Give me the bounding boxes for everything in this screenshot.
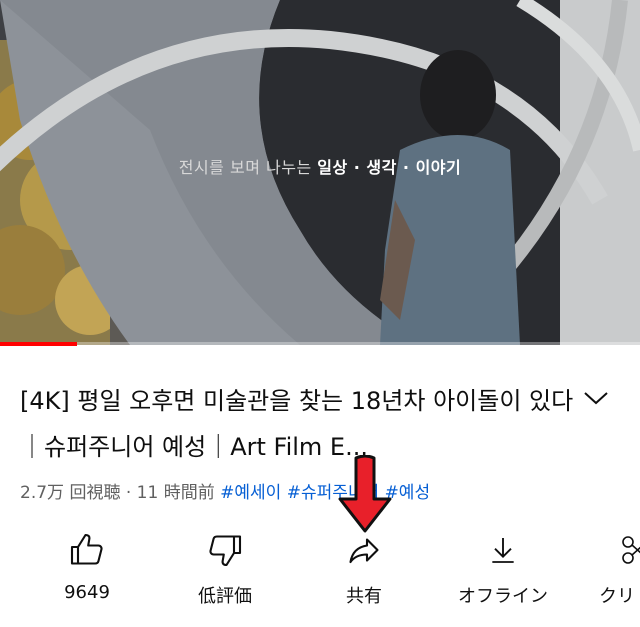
progress-fill (0, 342, 77, 346)
dislike-label: 低評価 (198, 586, 252, 607)
download-icon (492, 538, 514, 563)
share-label: 共有 (346, 586, 382, 607)
video-player[interactable]: 전시를 보며 나누는 일상 · 생각 · 이야기 (0, 0, 640, 345)
expand-description-button[interactable] (580, 382, 612, 414)
subtitle-text: 전시를 보며 나누는 (178, 158, 318, 177)
action-bar: 9649 低評価 共有 オフライン クリ (0, 528, 640, 618)
progress-track[interactable] (0, 342, 640, 346)
annotation-arrow-icon (338, 455, 392, 533)
share-button[interactable]: 共有 (304, 528, 424, 608)
video-title-block[interactable]: [4K] 평일 오후면 미술관을 찾는 18년차 아이돌이 있다｜슈퍼주니어 예… (20, 378, 580, 470)
view-count: 2.7万 回視聴 (20, 483, 121, 503)
upload-time: 11 時間前 (136, 483, 215, 503)
thumbs-down-icon (209, 535, 242, 567)
hashtag-link[interactable]: #예세이 (220, 483, 281, 503)
thumbs-up-icon (70, 533, 103, 565)
like-button[interactable]: 9649 (27, 528, 147, 603)
video-subtitle: 전시를 보며 나누는 일상 · 생각 · 이야기 (0, 154, 640, 178)
clip-icon (622, 536, 640, 564)
dislike-button[interactable]: 低評価 (165, 528, 285, 608)
share-icon (349, 538, 379, 564)
like-count: 9649 (64, 582, 110, 603)
meta-separator: · (120, 483, 137, 503)
video-title: [4K] 평일 오후면 미술관을 찾는 18년차 아이돌이 있다｜슈퍼주니어 예… (20, 387, 574, 461)
chevron-down-icon (584, 392, 608, 405)
clip-button[interactable]: クリ (572, 528, 640, 608)
download-label: オフライン (458, 586, 548, 607)
clip-label: クリ (599, 586, 635, 607)
download-button[interactable]: オフライン (443, 528, 563, 608)
subtitle-highlight: 일상 · 생각 · 이야기 (317, 158, 462, 177)
